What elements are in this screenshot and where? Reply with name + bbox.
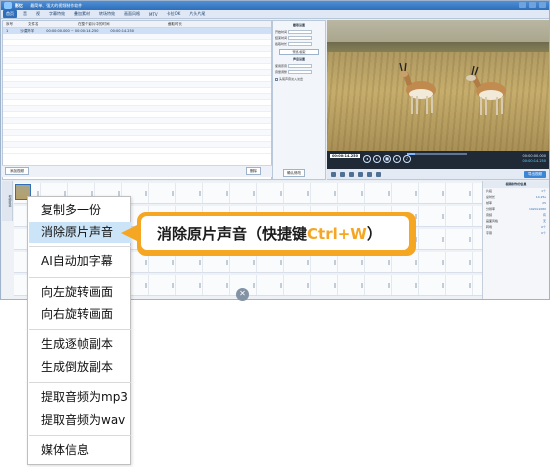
menu-item-ai-subtitle[interactable]: AI自动加字幕 <box>29 251 131 272</box>
audio-settings-header: 声音设置 <box>292 57 305 61</box>
col-duration: 截取时长 <box>168 21 182 26</box>
collapse-icon[interactable]: ✕ <box>236 288 249 301</box>
volume-field[interactable]: 音量调整 <box>275 69 323 75</box>
track-label: 视频轨道 <box>2 181 13 221</box>
next-frame-icon[interactable]: ▸ <box>393 155 401 163</box>
callout-hotkey: Ctrl+W <box>307 225 367 243</box>
add-video-button[interactable]: 添加视频 <box>5 167 29 175</box>
save-icon[interactable] <box>358 171 363 177</box>
play-icon[interactable]: ▸ <box>373 155 381 163</box>
menu-mtv[interactable]: MTV <box>146 11 161 18</box>
antelope-left-image <box>399 62 436 114</box>
callout-text: 消除原片声音（快捷键Ctrl+W） <box>157 225 382 243</box>
menu-item-rotate-right[interactable]: 向右旋转画面 <box>29 304 131 325</box>
list-item: 字幕 0个 <box>486 231 546 235</box>
menu-item-rotate-left[interactable]: 向左旋转画面 <box>29 282 131 303</box>
menu-separator <box>29 382 131 383</box>
menu-item-extract-wav[interactable]: 提取音频为wav <box>29 410 131 431</box>
menu-style[interactable]: 画面风格 <box>121 10 143 18</box>
delete-button[interactable]: 删除 <box>246 167 261 175</box>
menu-separator <box>29 435 131 436</box>
properties-header: 视频制作的信息 <box>483 181 549 188</box>
seek-bar[interactable] <box>407 153 467 155</box>
menu-karaoke[interactable]: 卡拉OK <box>164 10 184 18</box>
stop-icon[interactable]: ■ <box>383 155 391 163</box>
menu-separator <box>29 246 131 247</box>
menu-audio[interactable]: 音 <box>20 10 30 18</box>
menu-transition[interactable]: 转场特效 <box>96 10 118 18</box>
menu-item-frame-copy[interactable]: 生成逐帧副本 <box>29 334 131 355</box>
menu-item-duplicate[interactable]: 复制多一份 <box>29 200 131 221</box>
close-icon[interactable] <box>539 2 546 8</box>
app-logo-icon <box>4 2 12 9</box>
menu-item-media-info[interactable]: 媒体信息 <box>29 440 131 461</box>
folder-icon[interactable] <box>349 171 354 177</box>
export-video-button[interactable]: 导出视频 <box>524 171 546 178</box>
settings-panel: 截取设置 开始时间 结束时间 截取时长 预览/截取 声音设置 使用原音 音量调整… <box>272 20 326 180</box>
row-name: 沙漠羚羊 <box>20 28 35 33</box>
time-input[interactable]: 00:00:14.250 <box>330 154 361 158</box>
video-preview <box>327 20 549 151</box>
clip-list-header: 序号 文件名 在整个影片中的时间 截取时长 <box>3 21 271 28</box>
col-index: 序号 <box>6 21 13 26</box>
menu-intro-outro[interactable]: 片头片尾 <box>186 10 208 18</box>
app-subtitle: 最简单、强大的视频制作软件 <box>30 3 83 8</box>
seek-handle[interactable] <box>407 153 415 155</box>
antelope-right-image <box>466 65 506 115</box>
menu-separator <box>29 277 131 278</box>
clip-duration-field[interactable]: 截取时长 <box>275 41 323 47</box>
player-controls: 00:00:14.250 ◂ ▸ ■ ▸ ♪ 00:00:00.000 00:0… <box>327 151 549 169</box>
minimize-icon[interactable] <box>519 2 526 8</box>
split-icon[interactable] <box>340 171 345 177</box>
clip-list-panel: 序号 文件名 在整个影片中的时间 截取时长 1 沙漠羚羊 00:00:00.00… <box>2 20 272 180</box>
checkbox-icon[interactable] <box>275 77 278 81</box>
window-controls <box>519 2 546 8</box>
row-index: 1 <box>6 29 9 33</box>
menu-subtitle[interactable]: 字幕特效 <box>46 10 68 18</box>
col-time: 在整个影片中的时间 <box>78 21 110 26</box>
menu-item-reverse-copy[interactable]: 生成倒放副本 <box>29 357 131 378</box>
confirm-edit-button[interactable]: 确认修改 <box>283 169 305 177</box>
menu-item-extract-mp3[interactable]: 提取音频为mp3 <box>29 387 131 408</box>
preview-trim-button[interactable]: 预览/截取 <box>279 49 319 55</box>
fade-checkbox[interactable]: 头尾声音淡入淡出 <box>275 77 323 81</box>
title-bar: 影忆 最简单、强大的视频制作软件 <box>1 1 549 10</box>
app-name: 影忆 <box>15 3 23 8</box>
maximize-icon[interactable] <box>529 2 536 8</box>
menu-home[interactable]: 首页 <box>3 10 17 18</box>
cut-icon[interactable] <box>331 171 336 177</box>
text-icon[interactable] <box>367 171 372 177</box>
prev-frame-icon[interactable]: ◂ <box>363 155 371 163</box>
share-icon[interactable] <box>376 171 381 177</box>
menu-overlay[interactable]: 叠加素材 <box>71 10 93 18</box>
shortcut-callout: 消除原片声音（快捷键Ctrl+W） <box>121 212 416 256</box>
row-duration: 00:00:14.250 <box>110 29 134 33</box>
menu-item-remove-audio[interactable]: 消除原片声音 <box>29 222 131 243</box>
clip-list-footer <box>2 165 272 177</box>
volume-icon[interactable]: ♪ <box>403 155 411 163</box>
row-time: 00:00:00.000 ~ 00:00:14.250 <box>46 29 99 33</box>
total-time: 00:00:14.250 <box>522 159 546 163</box>
menu-bar: 首页 音 视 字幕特效 叠加素材 转场特效 画面风格 MTV 卡拉OK 片头片尾 <box>1 10 549 19</box>
menu-separator <box>29 329 131 330</box>
properties-panel: 视频制作的信息 片段 1个 总时长 14.25s 帧率 25 分辨率 1920x1080… <box>482 181 549 299</box>
clip-toolbar: 导出视频 <box>327 169 549 180</box>
menu-video[interactable]: 视 <box>33 10 43 18</box>
context-menu: 复制多一份 消除原片声音 AI自动加字幕 向左旋转画面 向右旋转画面 生成逐帧副… <box>27 196 131 465</box>
settings-header: 截取设置 <box>292 23 305 27</box>
table-row <box>3 148 271 154</box>
col-filename: 文件名 <box>28 21 39 26</box>
